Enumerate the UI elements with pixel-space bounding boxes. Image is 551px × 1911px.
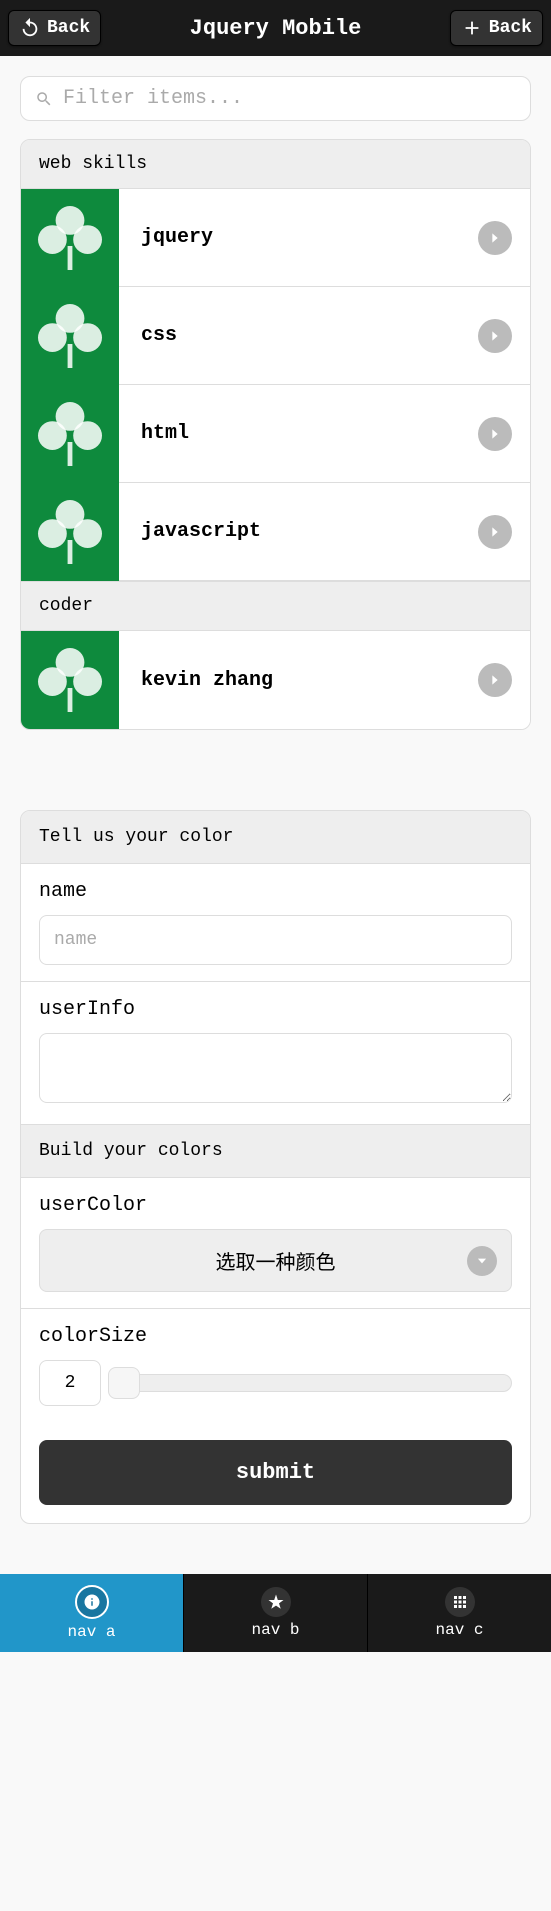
star-icon: [261, 1587, 291, 1617]
form-header-1: Tell us your color: [21, 811, 530, 864]
header: Back Jquery Mobile Back: [0, 0, 551, 56]
nav-b-label: nav b: [251, 1621, 299, 1639]
back-button-left-label: Back: [47, 18, 90, 38]
chevron-right-icon: [478, 221, 512, 255]
usercolor-label: userColor: [39, 1194, 512, 1217]
filter-input[interactable]: [63, 87, 516, 110]
thumbnail: [21, 385, 119, 483]
clover-icon: [30, 492, 110, 572]
usercolor-select-text: 选取一种颜色: [56, 1246, 495, 1275]
list-item-kevin[interactable]: kevin zhang: [21, 631, 530, 729]
listview: web skills jquery css html: [20, 139, 531, 730]
clover-icon: [30, 296, 110, 376]
navbar: nav a nav b nav c: [0, 1574, 551, 1652]
back-button-right-label: Back: [489, 18, 532, 38]
chevron-down-icon: [467, 1246, 497, 1276]
back-arrow-icon: [19, 17, 41, 39]
item-label: css: [119, 324, 478, 347]
thumbnail: [21, 483, 119, 581]
nav-c-label: nav c: [435, 1621, 483, 1639]
slider-row: [39, 1360, 512, 1406]
search-icon: [35, 90, 53, 108]
chevron-right-icon: [478, 663, 512, 697]
nav-a[interactable]: nav a: [0, 1574, 184, 1652]
colorsize-label: colorSize: [39, 1325, 512, 1348]
field-userinfo: userInfo: [21, 982, 530, 1124]
item-label: jquery: [119, 226, 478, 249]
clover-icon: [30, 394, 110, 474]
clover-icon: [30, 640, 110, 720]
back-button-right[interactable]: Back: [450, 10, 543, 46]
list-divider-coder: coder: [21, 581, 530, 631]
nav-a-label: nav a: [67, 1623, 115, 1641]
field-usercolor: userColor 选取一种颜色: [21, 1178, 530, 1309]
content: web skills jquery css html: [0, 56, 551, 1544]
filter-container: [20, 76, 531, 121]
name-label: name: [39, 880, 512, 903]
list-item-css[interactable]: css: [21, 287, 530, 385]
usercolor-select[interactable]: 选取一种颜色: [39, 1229, 512, 1292]
submit-block: submit: [21, 1422, 530, 1523]
submit-button[interactable]: submit: [39, 1440, 512, 1505]
page-title: Jquery Mobile: [101, 16, 450, 41]
field-name: name: [21, 864, 530, 982]
name-input[interactable]: [39, 915, 512, 965]
nav-b[interactable]: nav b: [184, 1574, 368, 1652]
thumbnail: [21, 631, 119, 729]
form-header-2: Build your colors: [21, 1124, 530, 1178]
nav-c[interactable]: nav c: [368, 1574, 551, 1652]
list-item-html[interactable]: html: [21, 385, 530, 483]
chevron-right-icon: [478, 417, 512, 451]
colorsize-slider[interactable]: [111, 1374, 512, 1392]
item-label: kevin zhang: [119, 669, 478, 692]
colorsize-value-input[interactable]: [39, 1360, 101, 1406]
chevron-right-icon: [478, 515, 512, 549]
list-item-jquery[interactable]: jquery: [21, 189, 530, 287]
plus-icon: [461, 17, 483, 39]
item-label: javascript: [119, 520, 478, 543]
slider-handle[interactable]: [108, 1367, 140, 1399]
field-colorsize: colorSize: [21, 1309, 530, 1422]
list-divider-skills: web skills: [21, 140, 530, 189]
userinfo-textarea[interactable]: [39, 1033, 512, 1103]
grid-icon: [445, 1587, 475, 1617]
info-icon: [75, 1585, 109, 1619]
item-label: html: [119, 422, 478, 445]
thumbnail: [21, 287, 119, 385]
clover-icon: [30, 198, 110, 278]
userinfo-label: userInfo: [39, 998, 512, 1021]
back-button-left[interactable]: Back: [8, 10, 101, 46]
chevron-right-icon: [478, 319, 512, 353]
thumbnail: [21, 189, 119, 287]
list-item-javascript[interactable]: javascript: [21, 483, 530, 581]
form: Tell us your color name userInfo Build y…: [20, 810, 531, 1524]
